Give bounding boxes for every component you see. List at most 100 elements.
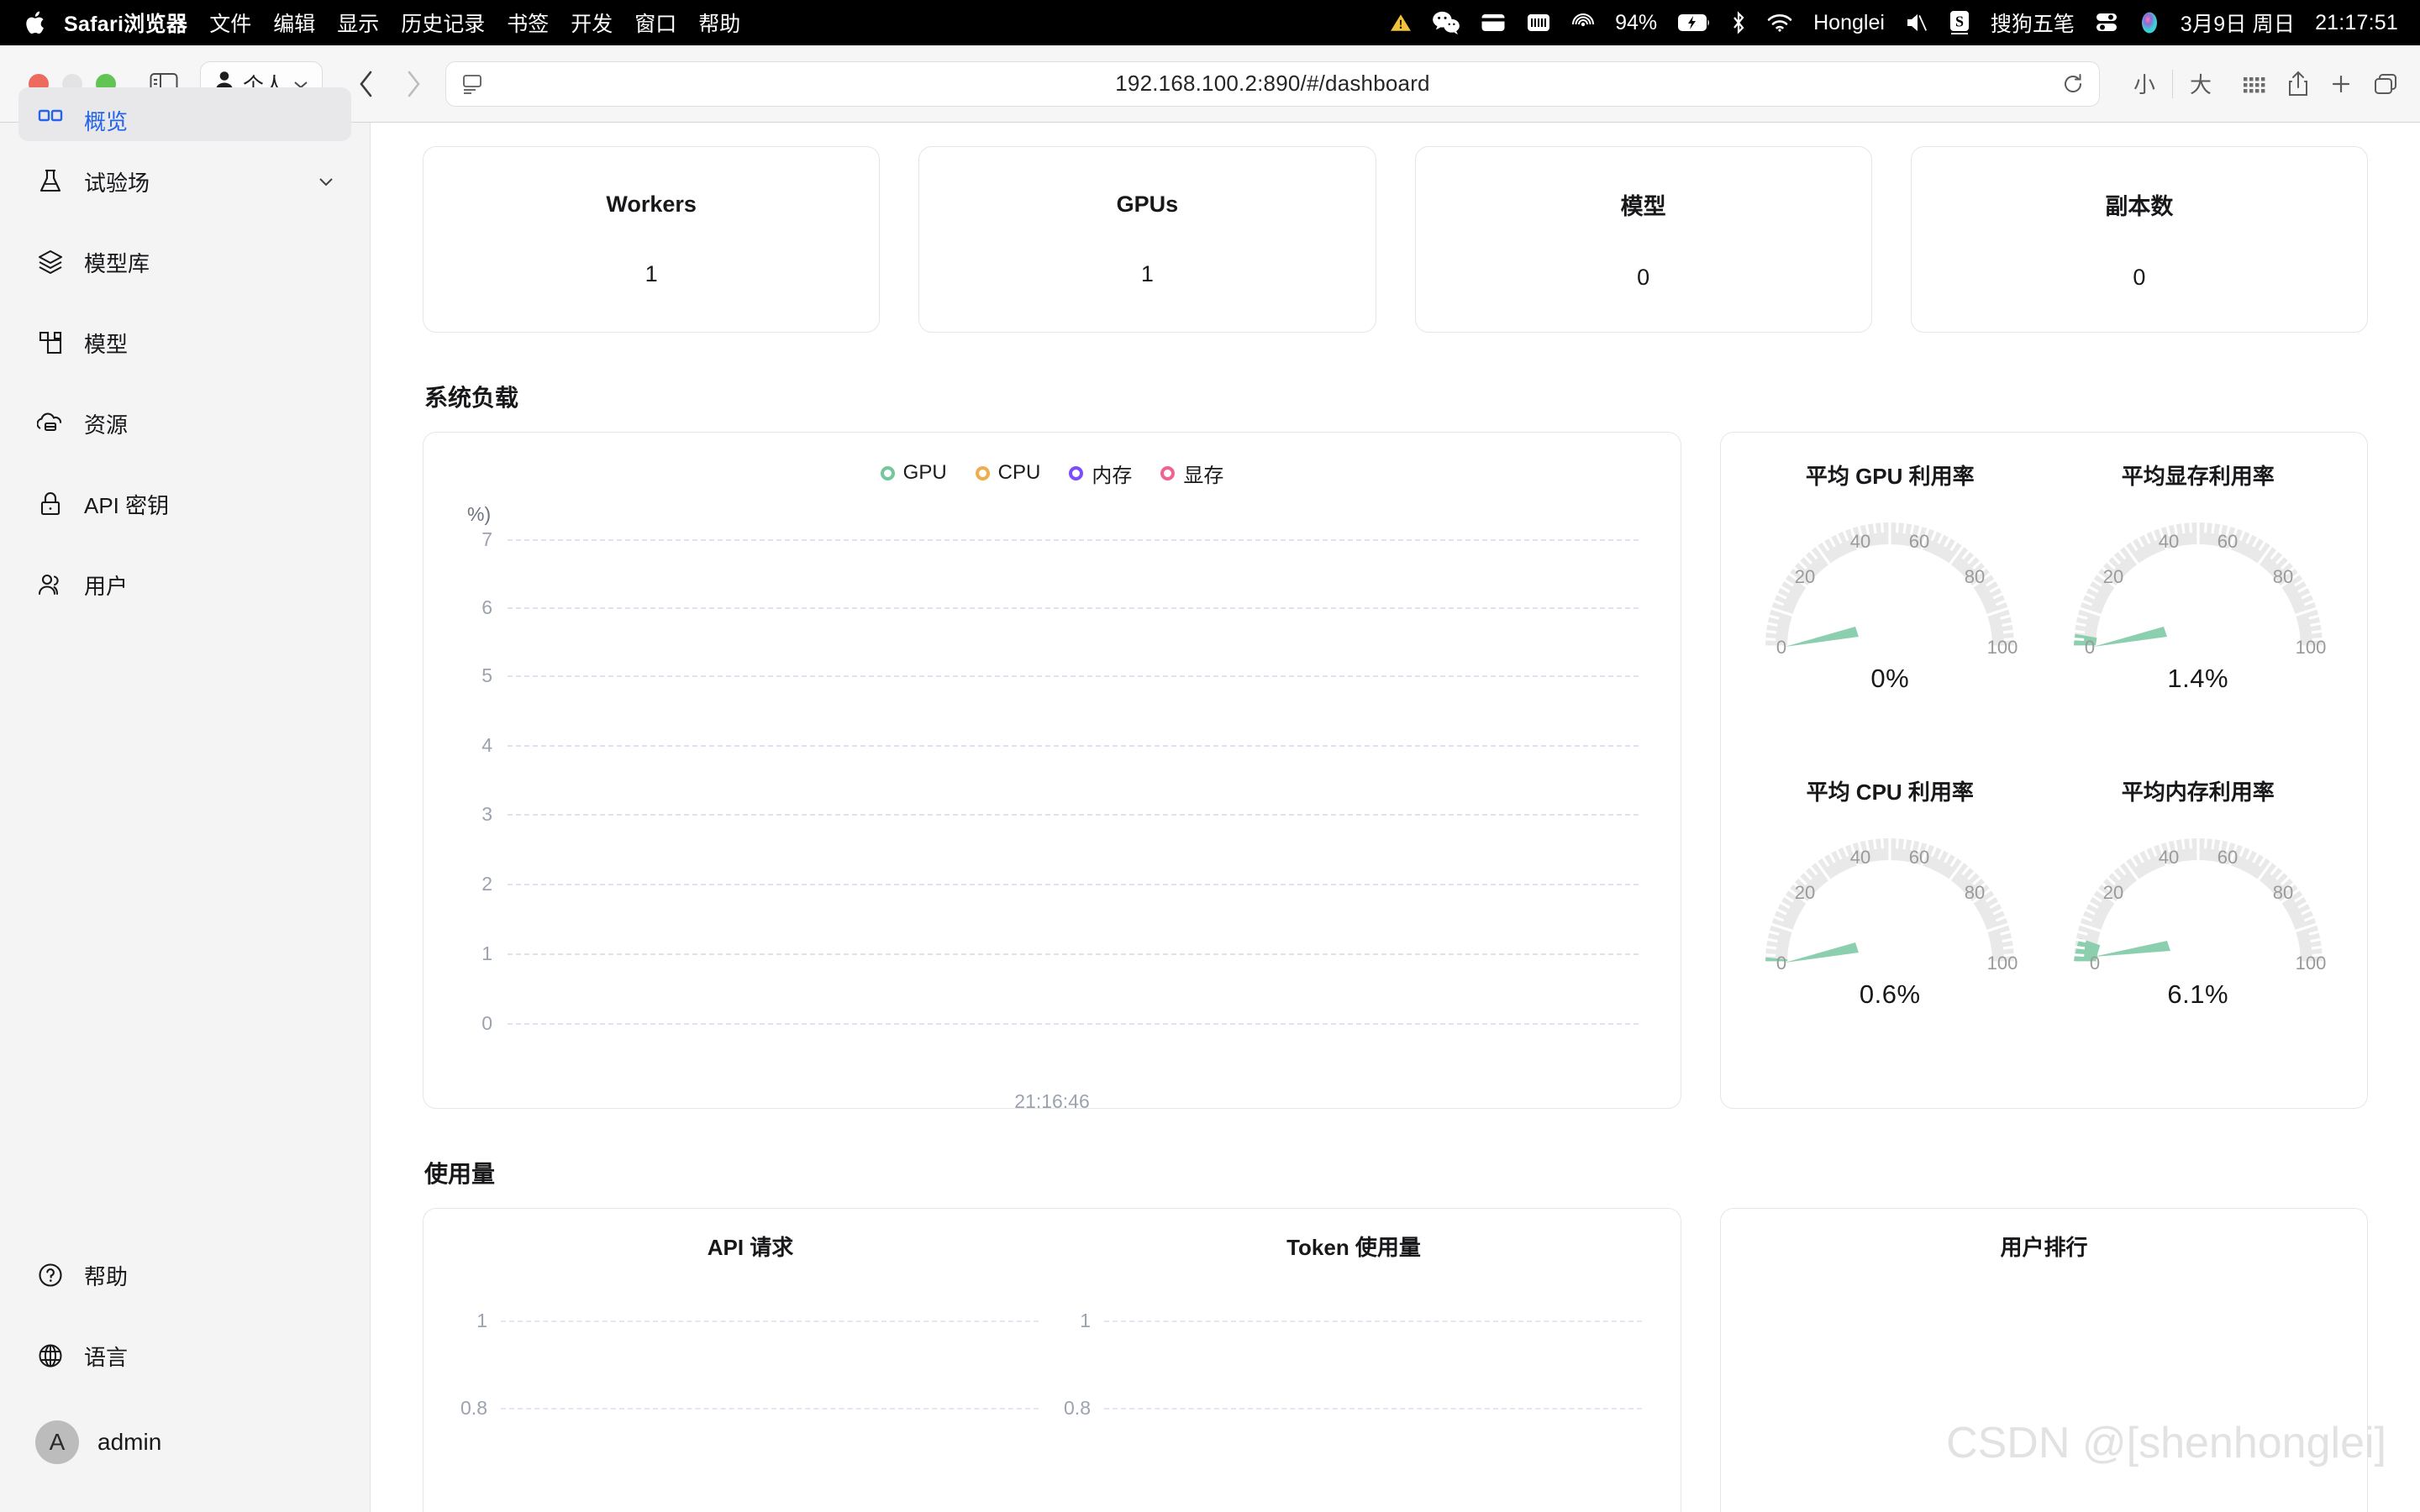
keyboard-icon[interactable] xyxy=(1526,12,1551,34)
svg-text:100: 100 xyxy=(2295,953,2326,974)
menu-item-history[interactable]: 历史记录 xyxy=(401,8,485,38)
menu-bar-left: Safari浏览器 文件 编辑 显示 历史记录 书签 开发 窗口 帮助 xyxy=(18,8,762,38)
control-center-icon[interactable] xyxy=(2095,12,2118,34)
legend-label: GPU xyxy=(902,461,947,484)
gauge-value: 6.1% xyxy=(2167,979,2229,1009)
layers-icon xyxy=(35,247,66,277)
gauge-grid: 平均 GPU 利用率 0 20 40 60 80 100 0% 平均显存利用率 … xyxy=(1736,454,2352,1086)
gridline xyxy=(1104,1320,1642,1322)
legend-item-cpu[interactable]: CPU xyxy=(975,461,1040,485)
gauge-vram-utilization: 平均显存利用率 0 20 40 60 80 100 1.4% xyxy=(2044,454,2353,770)
gauge-memory-utilization: 平均内存利用率 0 20 40 60 80 100 6.1% xyxy=(2044,770,2353,1086)
menu-item-view[interactable]: 显示 xyxy=(337,8,379,38)
sidebar-item-label: 帮助 xyxy=(84,1263,129,1289)
svg-text:40: 40 xyxy=(1850,847,1870,868)
legend-item-memory[interactable]: 内存 xyxy=(1069,459,1132,488)
svg-text:20: 20 xyxy=(2103,566,2123,587)
sogou-s-icon[interactable]: S xyxy=(1949,10,1970,35)
chart-legend: GPU CPU 内存 显存 xyxy=(449,454,1655,491)
sidebar-user-profile[interactable]: A admin xyxy=(18,1396,351,1488)
tab-overview-icon[interactable] xyxy=(2373,72,2398,96)
menu-item-file[interactable]: 文件 xyxy=(209,8,251,38)
zoom-in-button[interactable]: 大 xyxy=(2173,68,2228,99)
volume-mute-icon[interactable] xyxy=(1905,12,1928,34)
sidebar-item-help[interactable]: 帮助 xyxy=(18,1235,351,1315)
sidebar-item-overview[interactable]: 概览 xyxy=(18,87,351,141)
menu-app-name[interactable]: Safari浏览器 xyxy=(64,8,187,38)
new-tab-icon[interactable] xyxy=(2329,72,2353,96)
gauge-gpu-utilization: 平均 GPU 利用率 0 20 40 60 80 100 0% xyxy=(1736,454,2044,770)
stat-value: 0 xyxy=(2133,265,2146,290)
y-tick-label: 2 xyxy=(481,872,492,895)
sidebar-item-label: 模型库 xyxy=(84,250,150,276)
legend-item-gpu[interactable]: GPU xyxy=(880,461,947,485)
sidebar-item-users[interactable]: 用户 xyxy=(18,544,351,625)
sidebar-item-label: 概览 xyxy=(84,109,129,134)
sidebar-item-api-keys[interactable]: API 密钥 xyxy=(18,464,351,544)
zoom-controls: 小 大 xyxy=(2117,68,2228,99)
system-load-heading: 系统负载 xyxy=(424,385,519,411)
battery-charging-icon[interactable] xyxy=(1677,13,1711,32)
menu-item-edit[interactable]: 编辑 xyxy=(273,8,315,38)
sidebar-item-language[interactable]: 语言 xyxy=(18,1315,351,1396)
siri-icon[interactable] xyxy=(2139,11,2160,34)
warning-triangle-icon[interactable] xyxy=(1390,12,1412,34)
zoom-out-button[interactable]: 小 xyxy=(2117,68,2172,99)
legend-label: 内存 xyxy=(1092,464,1133,487)
y-tick-label: 7 xyxy=(481,528,492,550)
sidebar-item-models[interactable]: 模型 xyxy=(18,302,351,383)
share-icon[interactable] xyxy=(2287,71,2309,97)
legend-item-vram[interactable]: 显存 xyxy=(1160,459,1223,488)
app-sidebar: 概览 试验场 模型库 模型 资源 API 密钥 用户 帮助 语言 A admin xyxy=(0,87,371,1512)
chevron-down-icon[interactable] xyxy=(318,176,334,187)
users-icon xyxy=(35,570,66,600)
wifi-icon[interactable] xyxy=(1766,13,1793,33)
utilization-gauges-panel: 平均 GPU 利用率 0 20 40 60 80 100 0% 平均显存利用率 … xyxy=(1720,432,2368,1109)
menu-item-help[interactable]: 帮助 xyxy=(698,8,740,38)
svg-text:0: 0 xyxy=(1776,637,1786,658)
user-ranking-panel: 用户排行 xyxy=(1720,1208,2368,1512)
forward-button[interactable] xyxy=(390,60,437,108)
input-method-label[interactable]: 搜狗五笔 xyxy=(1991,8,2075,38)
question-circle-icon xyxy=(35,1260,66,1290)
svg-text:60: 60 xyxy=(2217,531,2238,552)
reload-icon[interactable] xyxy=(2062,73,2084,95)
sidebar-item-resources[interactable]: 资源 xyxy=(18,383,351,464)
y-tick-label: 0.8 xyxy=(1064,1396,1091,1419)
svg-text:80: 80 xyxy=(1965,566,1985,587)
apps-grid-icon[interactable] xyxy=(2242,73,2267,95)
apple-logo-icon[interactable] xyxy=(18,9,52,37)
svg-text:20: 20 xyxy=(2103,882,2123,903)
reader-view-icon[interactable] xyxy=(461,73,483,95)
svg-text:60: 60 xyxy=(1909,847,1929,868)
address-bar[interactable]: 192.168.100.2:890/#/dashboard xyxy=(445,60,2100,107)
svg-text:40: 40 xyxy=(2159,531,2179,552)
wallet-icon[interactable] xyxy=(1481,12,1506,34)
sidebar-item-playground[interactable]: 试验场 xyxy=(18,141,351,222)
y-tick-label: 1 xyxy=(1080,1309,1091,1331)
menu-user-name[interactable]: Honglei xyxy=(1813,11,1885,35)
url-text: 192.168.100.2:890/#/dashboard xyxy=(1115,71,1430,96)
menu-date-label[interactable]: 3月9日 周日 xyxy=(2181,8,2295,38)
gauge-title: 平均显存利用率 xyxy=(2121,464,2275,489)
svg-text:80: 80 xyxy=(2273,882,2293,903)
y-axis-unit-label: %) xyxy=(467,503,492,525)
legend-dot xyxy=(1069,465,1084,480)
menu-item-window[interactable]: 窗口 xyxy=(634,8,676,38)
bluetooth-icon[interactable] xyxy=(1731,11,1746,34)
sidebar-bottom-area: 帮助 语言 A admin xyxy=(0,1235,370,1512)
menu-item-develop[interactable]: 开发 xyxy=(571,8,613,38)
toolbar-right-actions xyxy=(2242,71,2398,97)
avatar: A xyxy=(35,1420,79,1464)
menu-time-label[interactable]: 21:17:51 xyxy=(2315,11,2398,35)
y-tick-label: 1 xyxy=(481,942,492,964)
airdrop-icon[interactable] xyxy=(1571,11,1595,34)
sidebar-item-model-catalog[interactable]: 模型库 xyxy=(18,222,351,302)
gridline xyxy=(508,1023,1639,1025)
wechat-icon[interactable] xyxy=(1432,11,1460,34)
sidebar-item-label: 模型 xyxy=(84,331,129,357)
token-usage-chart: Token 使用量 1 0.8 xyxy=(1052,1231,1655,1512)
menu-item-bookmarks[interactable]: 书签 xyxy=(507,8,549,38)
cloud-server-icon xyxy=(35,408,66,438)
svg-text:20: 20 xyxy=(1795,882,1815,903)
